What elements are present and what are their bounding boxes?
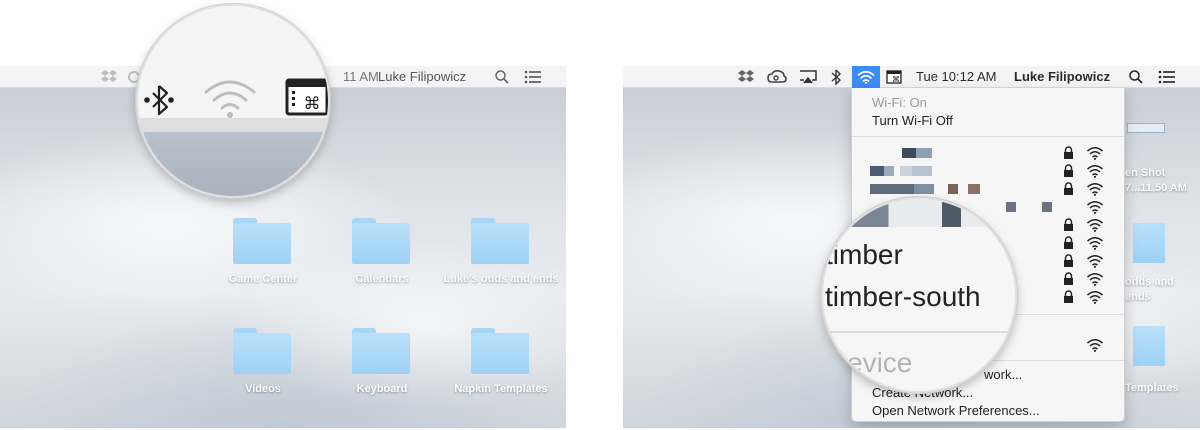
notification-center-icon[interactable] [524,66,542,88]
folder-icon [233,328,291,374]
bluetooth-icon[interactable] [829,66,843,88]
desktop-folder[interactable]: Luke's odds and ends [441,218,561,318]
open-network-preferences-item[interactable]: Open Network Preferences... [872,402,1040,420]
bluetooth-icon[interactable] [142,80,176,125]
desktop-folder-label: odds and ends [1125,276,1174,303]
wifi-signal-icon [1087,201,1103,214]
lock-icon [1064,182,1073,195]
desktop-folder[interactable]: Napkin Templates [441,328,561,428]
lock-icon [1064,272,1073,285]
folder-icon [471,218,529,264]
folder-icon [233,218,291,264]
folder-icon [471,328,529,374]
screenshot-thumbnail[interactable] [1127,123,1165,133]
network-name-timber-south[interactable]: timber-south [825,281,981,313]
desktop-folder[interactable]: Game Center [203,218,323,318]
menu-bar: ⌘ Tue 10:12 AM Luke Filipowicz [623,66,1200,88]
folder-icon[interactable] [1133,326,1165,366]
network-name-timber[interactable]: timber [825,239,903,271]
wifi-signal-icon [1087,147,1103,160]
wifi-menu-icon[interactable] [852,66,880,88]
clock-text[interactable]: Tue 10:12 AM [916,66,996,88]
wifi-signal-icon [1087,219,1103,232]
desktop-file-label: en Shot 7...11.50 AM [1125,167,1187,194]
folder-icon[interactable] [1133,223,1165,263]
wifi-signal-icon [1087,183,1103,196]
user-name[interactable]: Luke Filipowicz [378,66,466,88]
wifi-signal-icon [1087,237,1103,250]
folder-icon [352,328,410,374]
menu-separator [852,136,1124,137]
clock-text[interactable]: 11 AM [343,66,379,88]
network-item[interactable] [870,144,1114,162]
dropbox-icon[interactable] [100,66,118,88]
network-item[interactable] [870,162,1114,180]
airplay-icon[interactable] [799,66,817,88]
lock-icon [1064,146,1073,159]
wifi-status: Wi-Fi: On [872,95,927,110]
lock-icon [1064,254,1073,267]
network-item[interactable] [870,180,1114,198]
desktop-folder[interactable]: Calendars [322,218,442,318]
svg-text:⌘: ⌘ [892,75,900,84]
wifi-signal-icon [1087,255,1103,268]
lock-icon [1064,218,1073,231]
desktop-folder-label: Templates [1125,382,1179,394]
desktop-folder[interactable]: Keyboard [322,328,442,428]
wifi-signal-icon [1087,291,1103,304]
spotlight-search-icon[interactable] [1128,66,1144,88]
keyboard-viewer-icon[interactable]: ⌘ [285,78,328,121]
desktop-folder[interactable]: Videos [203,328,323,428]
folder-icon [352,218,410,264]
notification-center-icon[interactable] [1158,66,1176,88]
creative-cloud-icon[interactable] [767,66,787,88]
lock-icon [1064,164,1073,177]
wifi-icon[interactable] [202,78,258,125]
wifi-signal-icon [1087,339,1103,352]
dropbox-icon[interactable] [737,66,755,88]
join-other-network-item[interactable]: work... [984,366,1022,384]
keyboard-viewer-icon[interactable]: ⌘ [886,66,902,88]
spotlight-search-icon[interactable] [494,66,510,88]
magnifier-lens: timber timber-south evice [821,197,1017,393]
user-name[interactable]: Luke Filipowicz [1014,66,1110,88]
pixelated-network-row [823,199,1015,227]
svg-text:⌘: ⌘ [304,94,321,114]
lock-icon [1064,290,1073,303]
wifi-signal-icon [1087,273,1103,286]
devices-section-header: evice [847,347,913,378]
turn-wifi-off-item[interactable]: Turn Wi-Fi Off [872,112,953,130]
magnifier-lens: ⌘ [136,4,330,198]
wifi-signal-icon [1087,165,1103,178]
lock-icon [1064,236,1073,249]
